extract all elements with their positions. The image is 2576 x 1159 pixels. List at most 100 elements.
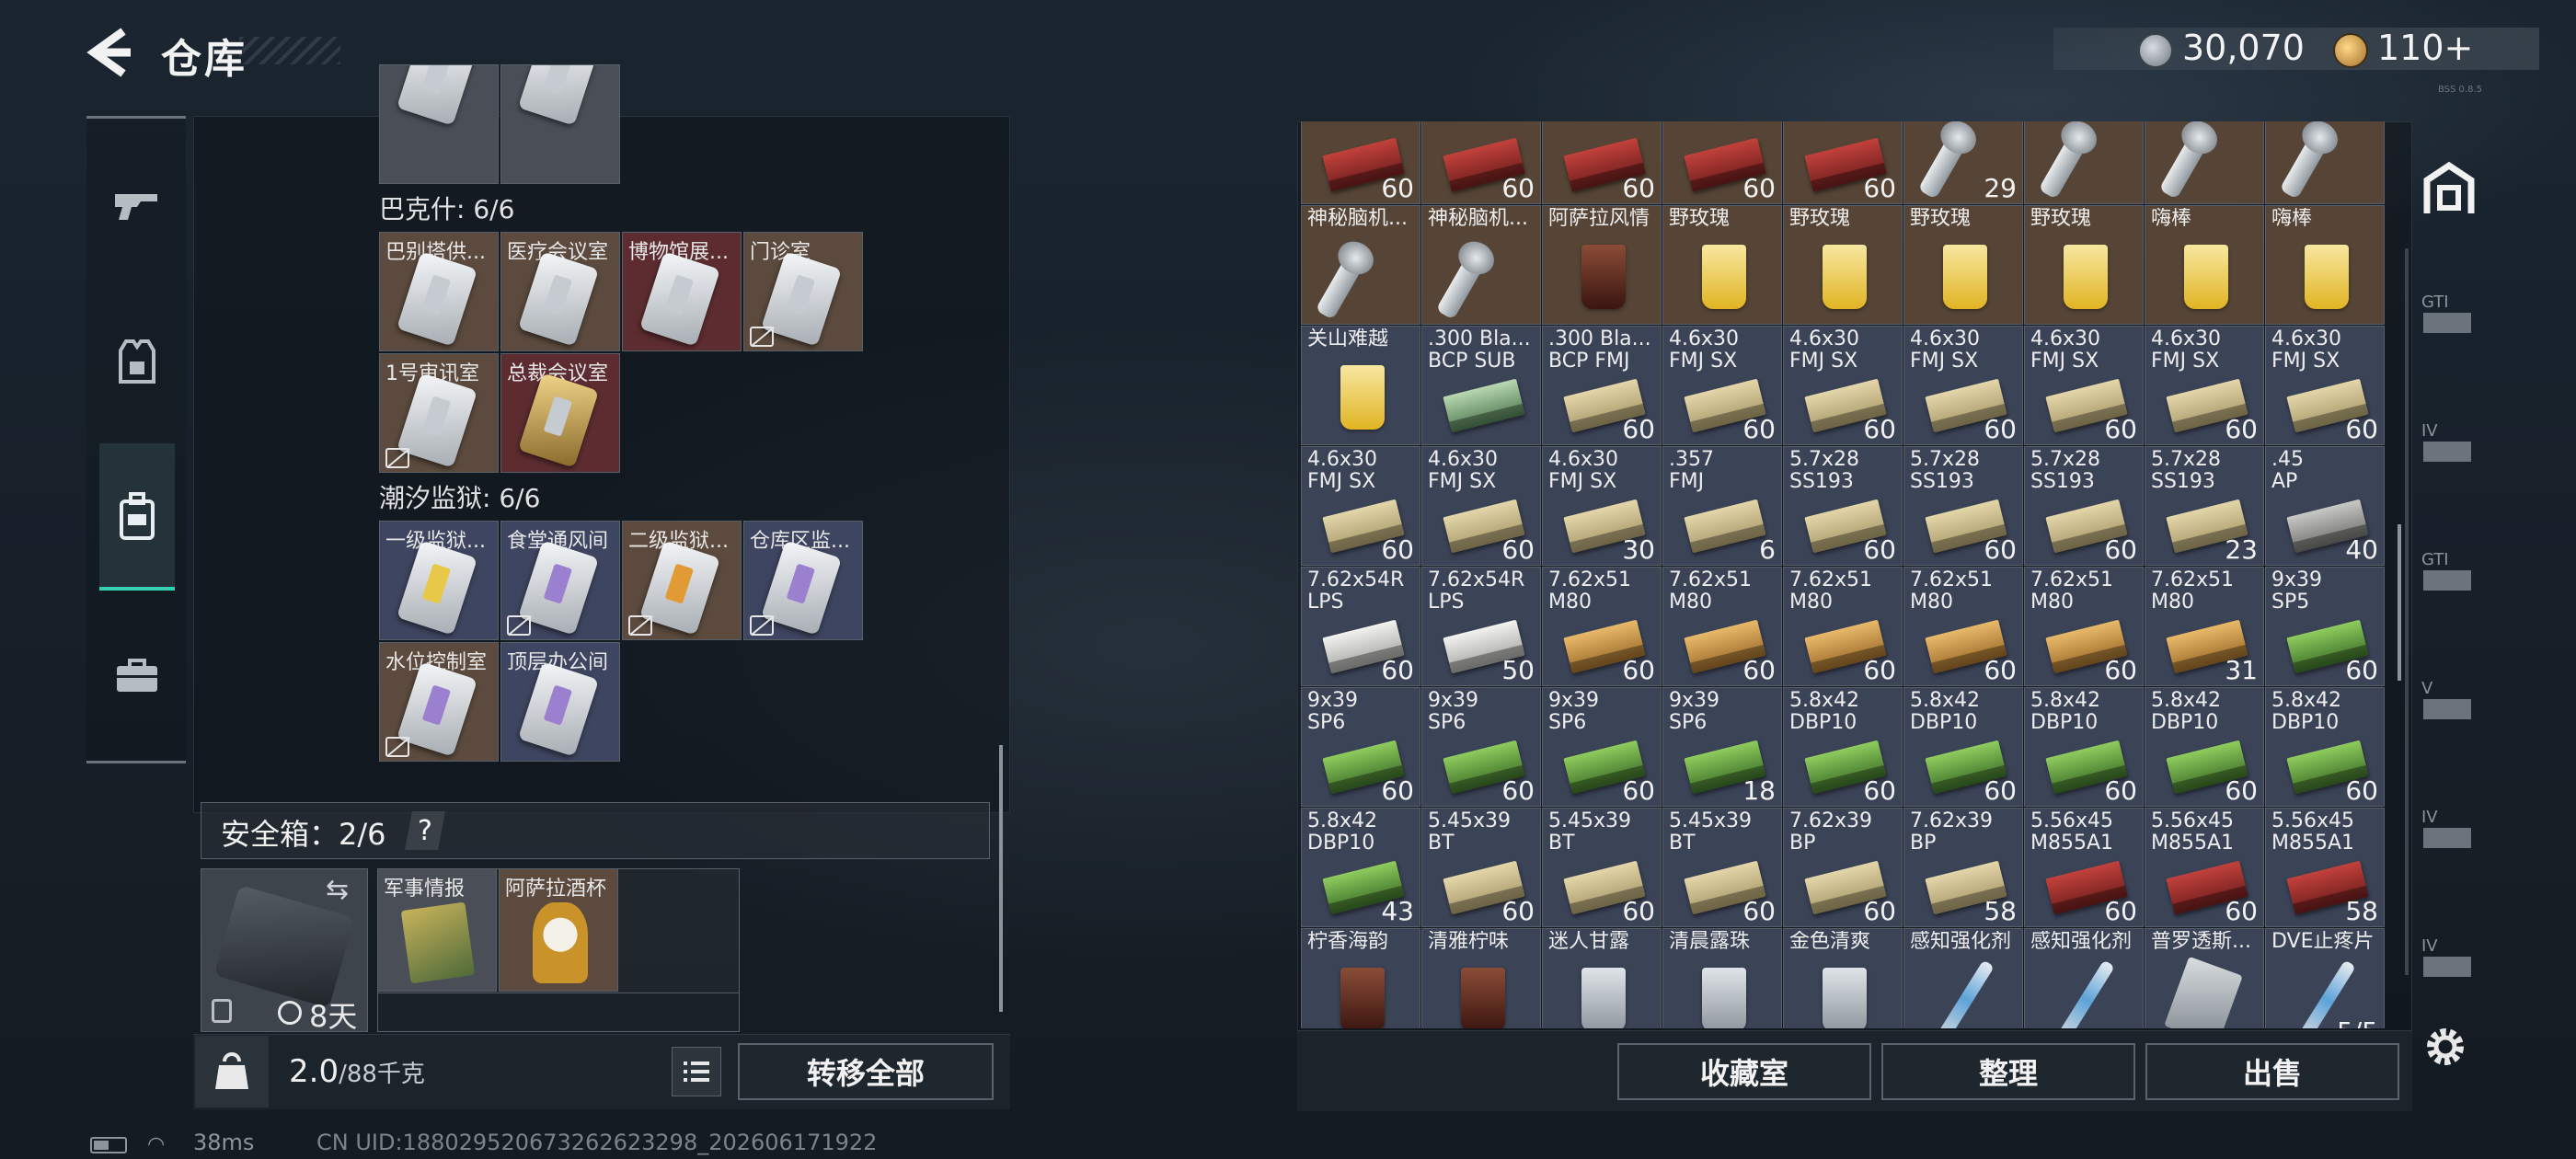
item-image [2158,122,2215,200]
storage-item-slot[interactable]: 5.8x42 DBP10 60 [1903,687,2023,807]
transfer-all-button[interactable]: 转移全部 [738,1043,994,1100]
weight-icon [195,1036,269,1107]
item-label: 4.6x30 FMJ SX [1910,328,1981,373]
scrollbar[interactable] [2398,524,2401,681]
item-label: 7.62x51 M80 [1548,569,1631,614]
storage-item-slot[interactable]: 4.6x30 FMJ SX 60 [2024,326,2144,445]
storage-item-slot[interactable]: 9x39 SP5 60 [2265,567,2385,686]
item-label: 4.6x30 FMJ SX [2030,328,2101,373]
item-count: 18 [1742,775,1776,806]
storage-item-slot[interactable]: 7.62x51 M80 60 [2024,567,2144,686]
storage-item-slot[interactable]: 4.6x30 FMJ SX 60 [2265,326,2385,445]
storage-item-slot[interactable]: 4.6x30 FMJ SX 60 [1421,446,1541,566]
storage-item-slot[interactable]: 神秘脑机... [1421,205,1541,325]
storage-item-slot[interactable]: 5.56x45 M855A1 60 [2024,808,2144,927]
storage-item-slot[interactable]: 7.62x54R LPS 60 [1301,567,1420,686]
item-label: 7.62x51 M80 [2151,569,2234,614]
list-view-button[interactable] [672,1047,721,1096]
storage-item-slot[interactable]: 5.8x42 DBP10 60 [2265,687,2385,807]
title-decoration [239,37,340,64]
gti-icon[interactable]: GTI [2418,287,2480,342]
item-label: 5.7x28 SS193 [1910,449,1981,493]
item-label: 7.62x51 M80 [2030,569,2113,614]
item-image [2038,122,2095,200]
storage-item-slot[interactable]: 5.45x39 BT 60 [1542,808,1662,927]
storage-item-slot[interactable]: 4.6x30 FMJ SX 60 [2145,326,2264,445]
storage-item-slot[interactable]: 5.8x42 DBP10 60 [1783,687,1903,807]
item-count: 60 [1501,775,1535,806]
item-count: 60 [1863,896,1896,926]
storage-item-slot[interactable]: 5.45x39 BT 60 [1421,808,1541,927]
item-count: 60 [1381,534,1414,565]
storage-item-slot[interactable]: 野玫瑰 [1783,205,1903,325]
gti-icon[interactable]: GTI [2418,545,2480,600]
storage-item-slot[interactable]: 7.62x51 M80 60 [1783,567,1903,686]
item-label: .300 Bla... BCP SUB [1428,328,1531,373]
storage-item-slot[interactable]: 9x39 SP6 60 [1542,687,1662,807]
storage-item-slot[interactable]: 4.6x30 FMJ SX 60 [1903,326,2023,445]
item-image [1684,499,1766,554]
storage-item-slot[interactable]: 5.56x45 M855A1 60 [2145,808,2264,927]
storage-item-slot[interactable]: 嗨棒 [2265,205,2385,325]
collection-room-button[interactable]: 收藏室 [1617,1043,1871,1100]
iv-icon[interactable]: IV [2418,802,2480,857]
item-count: 58 [1984,896,2017,926]
storage-item-slot[interactable]: 5.8x42 DBP10 60 [2024,687,2144,807]
storage-item-slot[interactable]: 9x39 SP6 60 [1301,687,1420,807]
storage-item-slot[interactable]: 5.7x28 SS193 60 [2024,446,2144,566]
iv-icon[interactable]: IV [2418,931,2480,986]
v-icon[interactable]: V [2418,673,2480,729]
storage-item-slot[interactable]: 5.7x28 SS193 60 [1783,446,1903,566]
iv-icon[interactable]: IV [2418,416,2480,471]
storage-item-slot[interactable]: 7.62x54R LPS 50 [1421,567,1541,686]
sell-button[interactable]: 出售 [2145,1043,2399,1100]
storage-item-slot[interactable]: 野玫瑰 [1903,205,2023,325]
storage-item-slot[interactable]: .45 AP 40 [2265,446,2385,566]
sort-button[interactable]: 整理 [1881,1043,2135,1100]
storage-item-slot[interactable]: 5.56x45 M855A1 58 [2265,808,2385,927]
item-count: 6 [1759,534,1776,565]
item-count: 60 [1863,655,1896,685]
storage-item-slot[interactable]: 阿萨拉风情 [1542,205,1662,325]
storage-item-slot[interactable]: .357 FMJ 6 [1662,446,1782,566]
item-label: 野玫瑰 [1669,208,1731,230]
item-count: 43 [1381,896,1414,926]
storage-item-slot[interactable]: 4.6x30 FMJ SX 60 [1662,326,1782,445]
storage-item-slot[interactable]: 5.45x39 BT 60 [1662,808,1782,927]
item-label: 4.6x30 FMJ SX [1669,328,1740,373]
settings-gear-icon[interactable] [2421,1023,2469,1071]
storage-item-slot[interactable]: 4.6x30 FMJ SX 60 [1301,446,1420,566]
storage-item-slot[interactable]: 7.62x39 BP 60 [1783,808,1903,927]
storage-item-slot[interactable]: 9x39 SP6 18 [1662,687,1782,807]
item-count: 58 [2345,896,2378,926]
storage-item-slot[interactable]: 5.7x28 SS193 23 [2145,446,2264,566]
storage-item-slot[interactable]: 嗨棒 [2145,205,2264,325]
gold-icon [2333,33,2368,68]
storage-item-slot[interactable]: 7.62x51 M80 60 [1903,567,2023,686]
storage-item-slot[interactable]: 9x39 SP6 60 [1421,687,1541,807]
storage-item-slot[interactable]: 关山难越 [1301,326,1420,445]
storage-item-slot[interactable]: .300 Bla... BCP FMJ 60 [1542,326,1662,445]
storage-item-slot[interactable]: 5.8x42 DBP10 60 [2145,687,2264,807]
item-label: 4.6x30 FMJ SX [1789,328,1860,373]
storage-item-slot[interactable]: 5.7x28 SS193 60 [1903,446,2023,566]
item-label: 野玫瑰 [1910,208,1972,230]
storage-item-slot[interactable]: 4.6x30 FMJ SX 60 [1783,326,1903,445]
storage-item-slot[interactable]: 7.62x51 M80 60 [1542,567,1662,686]
storage-item-slot[interactable]: .300 Bla... BCP SUB [1421,326,1541,445]
storage-item-slot[interactable]: 4.6x30 FMJ SX 30 [1542,446,1662,566]
gold-amount[interactable]: 110+ [2377,28,2473,68]
storage-item-slot[interactable]: 野玫瑰 [2024,205,2144,325]
item-image [1938,959,1995,1028]
storage-item-slot[interactable]: 神秘脑机... [1301,205,1420,325]
back-arrow-icon[interactable] [83,26,136,79]
storage-item-slot[interactable]: 7.62x51 M80 60 [1662,567,1782,686]
item-label: 4.6x30 FMJ SX [1428,449,1499,493]
storage-item-slot[interactable]: 野玫瑰 [1662,205,1782,325]
storage-item-slot[interactable]: 7.62x51 M80 31 [2145,567,2264,686]
item-image [1340,365,1385,430]
item-count: 60 [1622,655,1655,685]
vault-icon[interactable] [2418,161,2480,217]
storage-item-slot[interactable]: 7.62x39 BP 58 [1903,808,2023,927]
storage-item-slot[interactable]: 5.8x42 DBP10 43 [1301,808,1420,927]
